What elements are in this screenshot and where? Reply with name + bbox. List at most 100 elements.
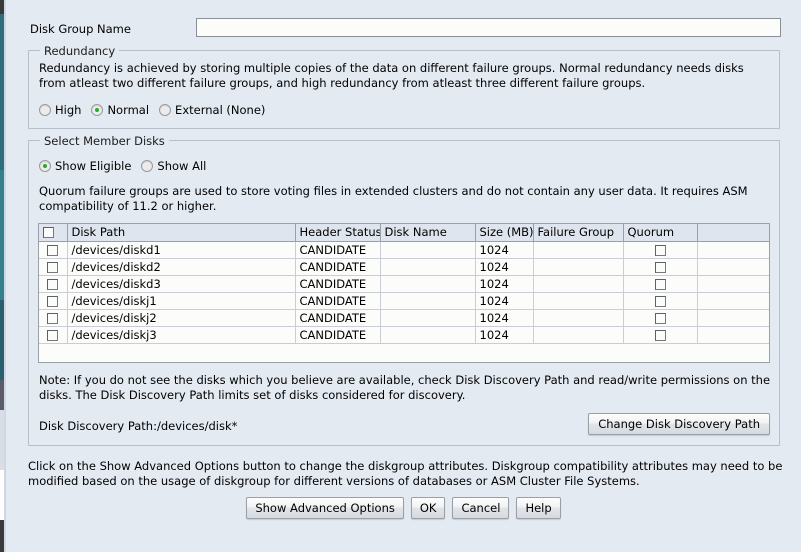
empty-cell [533,343,623,359]
row-select-checkbox[interactable] [47,313,58,324]
row-select-cell[interactable] [39,275,67,292]
row-select-checkbox[interactable] [47,245,58,256]
column-header-filler [697,224,769,241]
cell-header-status: CANDIDATE [295,275,380,292]
row-select-cell[interactable] [39,241,67,258]
cell-failure-group [533,275,623,292]
row-select-checkbox[interactable] [47,262,58,273]
cell-failure-group [533,326,623,343]
cell-header-status: CANDIDATE [295,241,380,258]
redundancy-description: Redundancy is achieved by storing multip… [39,61,767,91]
redundancy-group-title: Redundancy [40,44,119,58]
select-member-disks-title: Select Member Disks [40,134,169,148]
cell-quorum[interactable] [623,326,697,343]
row-select-checkbox[interactable] [47,330,58,341]
radio-normal-label: Normal [107,103,149,117]
cell-header-status: CANDIDATE [295,309,380,326]
cell-size-mb: 1024 [475,326,533,343]
row-select-cell[interactable] [39,292,67,309]
cell-failure-group [533,258,623,275]
radio-show-all-icon[interactable] [141,160,153,172]
quorum-checkbox[interactable] [655,313,666,324]
radio-external-label: External (None) [175,103,265,117]
row-select-checkbox[interactable] [47,279,58,290]
empty-cell [380,343,475,359]
radio-high-icon[interactable] [39,104,51,116]
cell-disk-name [380,275,475,292]
cell-disk-path: /devices/diskd2 [67,258,295,275]
cell-size-mb: 1024 [475,292,533,309]
row-select-checkbox[interactable] [47,296,58,307]
cell-quorum[interactable] [623,241,697,258]
disk-table-header-row: Disk Path Header Status Disk Name Size (… [39,224,769,241]
show-advanced-options-button[interactable]: Show Advanced Options [246,497,404,519]
cell-header-status: CANDIDATE [295,258,380,275]
radio-option-normal[interactable]: Normal [91,103,149,117]
table-row[interactable]: /devices/diskd2CANDIDATE 1024 [39,258,769,275]
cell-disk-path: /devices/diskj3 [67,326,295,343]
cell-size-mb: 1024 [475,275,533,292]
cancel-button[interactable]: Cancel [452,497,509,519]
column-header-header-status[interactable]: Header Status [295,224,380,241]
radio-option-show-all[interactable]: Show All [141,159,206,173]
empty-cell [39,343,67,359]
cell-disk-path: /devices/diskd3 [67,275,295,292]
cell-disk-name [380,326,475,343]
empty-cell [697,359,769,363]
row-select-cell[interactable] [39,258,67,275]
footer-description: Click on the Show Advanced Options butto… [28,459,784,489]
radio-high-label: High [55,103,81,117]
row-select-cell[interactable] [39,309,67,326]
row-select-cell[interactable] [39,326,67,343]
column-header-disk-name[interactable]: Disk Name [380,224,475,241]
cell-filler [697,241,769,258]
disk-table-body: /devices/diskd1CANDIDATE1024/devices/dis… [39,241,769,363]
empty-cell [697,343,769,359]
quorum-checkbox[interactable] [655,296,666,307]
cell-quorum[interactable] [623,275,697,292]
empty-cell [295,343,380,359]
table-row[interactable]: /devices/diskj3CANDIDATE 1024 [39,326,769,343]
quorum-checkbox[interactable] [655,330,666,341]
radio-option-high[interactable]: High [39,103,81,117]
ok-button[interactable]: OK [411,497,446,519]
table-row[interactable]: /devices/diskj2CANDIDATE 1024 [39,309,769,326]
select-all-checkbox[interactable] [43,227,54,238]
table-row[interactable]: /devices/diskj1CANDIDATE1024 [39,292,769,309]
help-button[interactable]: Help [516,497,560,519]
column-header-disk-path[interactable]: Disk Path [67,224,295,241]
cell-size-mb: 1024 [475,241,533,258]
radio-normal-icon[interactable] [91,104,103,116]
radio-external-icon[interactable] [159,104,171,116]
disk-group-name-input[interactable] [196,18,781,37]
radio-option-external[interactable]: External (None) [159,103,265,117]
column-header-quorum[interactable]: Quorum [623,224,697,241]
column-header-failure-group[interactable]: Failure Group [533,224,623,241]
radio-show-eligible-icon[interactable] [39,160,51,172]
column-header-select-all[interactable] [39,224,67,241]
change-disk-discovery-path-button[interactable]: Change Disk Discovery Path [588,413,770,435]
radio-show-all-label: Show All [157,159,206,173]
column-header-size-mb[interactable]: Size (MB) [475,224,533,241]
quorum-checkbox[interactable] [655,245,666,256]
cell-disk-path: /devices/diskj1 [67,292,295,309]
cell-size-mb: 1024 [475,309,533,326]
quorum-checkbox[interactable] [655,262,666,273]
disk-table-container[interactable]: Disk Path Header Status Disk Name Size (… [38,223,770,363]
table-row[interactable]: /devices/diskd3CANDIDATE 1024 [39,275,769,292]
cell-header-status: CANDIDATE [295,326,380,343]
dialog-button-bar: Show Advanced Options OK Cancel Help [6,497,801,519]
radio-option-show-eligible[interactable]: Show Eligible [39,159,131,173]
table-row[interactable]: /devices/diskd1CANDIDATE1024 [39,241,769,258]
cell-disk-path: /devices/diskj2 [67,309,295,326]
cell-disk-name [380,309,475,326]
cell-quorum[interactable] [623,309,697,326]
quorum-checkbox[interactable] [655,279,666,290]
cell-quorum[interactable] [623,292,697,309]
empty-cell [67,359,295,363]
radio-show-eligible-label: Show Eligible [55,159,131,173]
empty-cell [475,343,533,359]
cell-size-mb: 1024 [475,258,533,275]
redundancy-group: Redundancy Redundancy is achieved by sto… [28,50,780,129]
cell-quorum[interactable] [623,258,697,275]
